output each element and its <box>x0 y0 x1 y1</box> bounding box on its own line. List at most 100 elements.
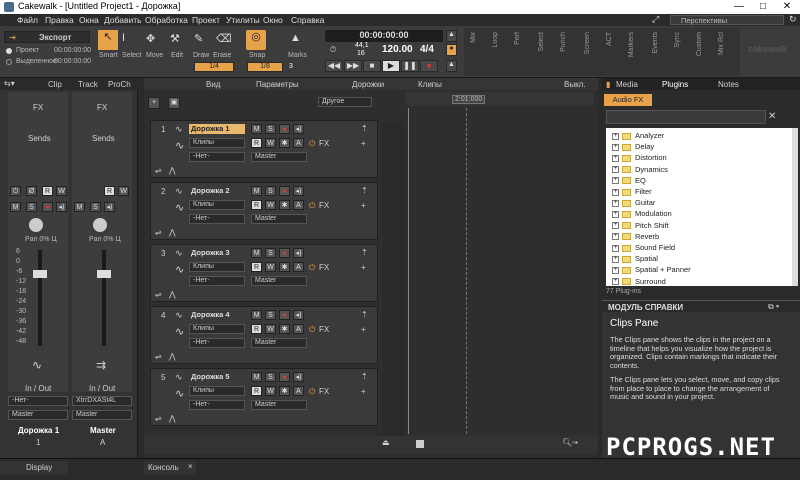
menu-params[interactable]: Параметры <box>256 80 299 89</box>
stop-button[interactable]: ■ <box>363 60 381 72</box>
meter-display[interactable]: 4/4 <box>420 44 434 55</box>
module-act[interactable]: ACT <box>606 32 613 46</box>
minimize-button[interactable]: — <box>728 0 750 14</box>
plugin-category[interactable]: + Spatial + Panner <box>612 265 691 275</box>
menu-clips[interactable]: Клипы <box>418 80 442 89</box>
plugin-category[interactable]: + EQ <box>612 176 646 186</box>
strip2-input-select[interactable]: XtrrDXASt4L <box>72 396 132 406</box>
radio-selection[interactable] <box>6 59 12 65</box>
expand-icon[interactable]: ⇡ <box>361 186 368 195</box>
module-select[interactable]: Select <box>538 32 545 51</box>
solo-button[interactable]: S <box>265 372 276 382</box>
mute-button[interactable]: M <box>251 248 262 258</box>
module-markers[interactable]: Markers <box>628 32 635 57</box>
expand-plus-icon[interactable]: + <box>612 188 619 196</box>
read-auto-button[interactable]: R <box>251 324 262 334</box>
expand-plus-icon[interactable]: + <box>612 210 619 218</box>
track-name[interactable]: Дорожка 4 <box>189 310 245 320</box>
module-loop[interactable]: Loop <box>492 32 499 48</box>
output-select[interactable]: Master <box>251 338 307 348</box>
input-echo-icon[interactable]: ◂) <box>293 248 304 258</box>
marks-icon[interactable]: ▲ <box>290 32 301 44</box>
add-fx-icon[interactable]: + <box>361 387 366 396</box>
pause-button[interactable]: ❚❚ <box>401 60 419 72</box>
freeze-icon[interactable]: ✱ <box>279 138 290 148</box>
expand-plus-icon[interactable]: + <box>612 177 619 185</box>
archive-button[interactable]: A <box>293 324 304 334</box>
read-auto-button[interactable]: R <box>251 200 262 210</box>
track-row[interactable]: 4 ∿ Дорожка 4 M S ● ◂) ⇡ ∿ Клипы R W ✱ A ⏻ FX + -Нет- Mast… <box>150 306 378 364</box>
module-custom[interactable]: Custom <box>696 32 703 56</box>
edit-tool-icon[interactable]: ⚒ <box>170 32 180 45</box>
metronome-button[interactable]: ▲ <box>446 60 457 72</box>
draw-tool-icon[interactable]: ✎ <box>194 32 203 45</box>
close-button[interactable]: ✕ <box>776 0 798 14</box>
strip2-w-button[interactable]: W <box>118 186 129 196</box>
write-auto-button[interactable]: W <box>265 200 276 210</box>
strip2-r-button[interactable]: R <box>104 186 115 196</box>
track-row[interactable]: 5 ∿ Дорожка 5 M S ● ◂) ⇡ ∿ Клипы R W ✱ A ⏻ FX + -Нет- Mast… <box>150 368 378 426</box>
strip1-fader[interactable] <box>33 270 47 278</box>
expand-plus-icon[interactable]: + <box>612 222 619 230</box>
output-select[interactable]: Master <box>251 276 307 286</box>
output-select[interactable]: Master <box>251 152 307 162</box>
automation-icon[interactable]: ⋀ <box>169 228 176 237</box>
expand-plus-icon[interactable]: + <box>612 132 619 140</box>
strip2-mute-button[interactable]: M <box>74 202 85 212</box>
track-menu-icon[interactable]: ⇌ <box>155 228 162 237</box>
play-button[interactable]: ▶ <box>382 60 400 72</box>
strip1-pan-knob[interactable] <box>29 218 43 232</box>
automation-icon[interactable]: ⋀ <box>169 414 176 423</box>
refresh-icon[interactable]: ↻ <box>789 14 797 25</box>
write-auto-button[interactable]: W <box>265 386 276 396</box>
fx-power-icon[interactable]: ⏻ <box>309 201 315 211</box>
input-echo-icon[interactable]: ◂) <box>293 186 304 196</box>
strip1-solo-button[interactable]: S <box>26 202 37 212</box>
freeze-icon[interactable]: ✱ <box>279 324 290 334</box>
scroll-thumb[interactable] <box>416 440 424 448</box>
menu-insert[interactable]: Добавить <box>104 15 142 25</box>
plugin-category[interactable]: + Spatial <box>612 254 658 264</box>
input-select[interactable]: -Нет- <box>189 400 245 410</box>
add-fx-icon[interactable]: + <box>361 201 366 210</box>
clips-select[interactable]: Клипы <box>189 324 245 334</box>
scroll-up-icon[interactable]: ⏏ <box>382 438 390 447</box>
pin-icon[interactable]: ▮ <box>606 80 610 89</box>
strip1-phase-icon[interactable]: Ø <box>26 186 37 196</box>
input-select[interactable]: -Нет- <box>189 276 245 286</box>
track-menu-icon[interactable]: ⇌ <box>155 290 162 299</box>
arm-button[interactable]: ● <box>279 186 290 196</box>
write-auto-button[interactable]: W <box>265 138 276 148</box>
menu-tracks[interactable]: Дорожки <box>352 80 384 89</box>
console-close-icon[interactable]: × <box>188 462 193 471</box>
strip1-name[interactable]: Дорожка 1 <box>18 426 59 435</box>
menu-views[interactable]: Окна <box>79 15 99 25</box>
arm-button[interactable]: ● <box>279 124 290 134</box>
plugin-category[interactable]: + Distortion <box>612 153 667 163</box>
arm-button[interactable]: ● <box>279 248 290 258</box>
track-name[interactable]: Дорожка 5 <box>189 372 245 382</box>
expand-icon[interactable]: ⇡ <box>361 248 368 257</box>
track-menu-icon[interactable]: ⇌ <box>155 414 162 423</box>
strip1-mute-button[interactable]: M <box>10 202 21 212</box>
track-options-icon[interactable]: ▣ <box>168 97 180 109</box>
view-mode-select[interactable]: Другое <box>318 97 372 107</box>
module-events[interactable]: Events <box>652 32 659 53</box>
fx-power-icon[interactable]: ⏻ <box>309 263 315 273</box>
metronome-icon[interactable]: ⏱ <box>330 45 336 55</box>
track-row[interactable]: 2 ∿ Дорожка 2 M S ● ◂) ⇡ ∿ Клипы R W ✱ A ⏻ FX + -Нет- Mast… <box>150 182 378 240</box>
console-tab[interactable]: Консоль × <box>144 461 196 475</box>
add-fx-icon[interactable]: + <box>361 139 366 148</box>
tab-plugins[interactable]: Plugins <box>662 80 688 89</box>
tempo-display[interactable]: 120.00 <box>382 44 413 55</box>
expand-plus-icon[interactable]: + <box>612 154 619 162</box>
expand-plus-icon[interactable]: + <box>612 166 619 174</box>
rewind-button[interactable]: ◀◀ <box>325 60 343 72</box>
help-options-icon[interactable]: ⧉ ▾ <box>768 302 779 312</box>
menu-off[interactable]: Выкл. <box>564 80 586 89</box>
track-row[interactable]: 3 ∿ Дорожка 3 M S ● ◂) ⇡ ∿ Клипы R W ✱ A ⏻ FX + -Нет- Mast… <box>150 244 378 302</box>
mute-button[interactable]: M <box>251 124 262 134</box>
solo-button[interactable]: S <box>265 124 276 134</box>
expand-icon[interactable]: ⇡ <box>361 372 368 381</box>
automation-icon[interactable]: ⋀ <box>169 166 176 175</box>
